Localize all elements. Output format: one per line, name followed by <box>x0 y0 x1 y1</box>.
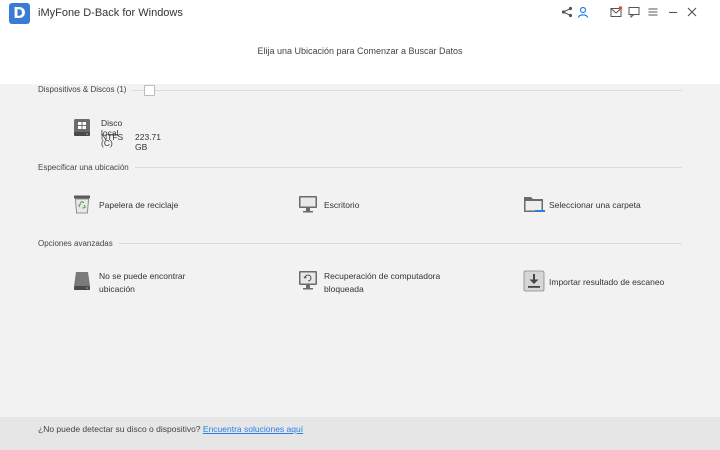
select-folder-label: Seleccionar una carpeta <box>549 200 641 210</box>
app-title: iMyFone D-Back for Windows <box>38 7 183 19</box>
drive-filesystem: NTFS <box>101 132 124 142</box>
hard-drive-icon <box>72 118 92 138</box>
import-scan-label: Importar resultado de escaneo <box>549 277 665 287</box>
import-icon <box>523 270 545 292</box>
title-bar: D iMyFone D-Back for Windows <box>0 0 720 26</box>
crashed-computer-label-line1: Recuperación de computadora <box>324 271 441 281</box>
recycle-bin-label: Papelera de reciclaje <box>99 200 179 210</box>
lost-location-label-line2: ubicación <box>99 284 135 294</box>
lost-drive-icon <box>72 270 92 290</box>
user-icon[interactable] <box>576 6 590 20</box>
recycle-bin-icon <box>72 194 92 214</box>
desktop-icon <box>298 194 318 214</box>
menu-icon[interactable] <box>646 6 660 20</box>
section-divider <box>38 90 682 91</box>
mail-icon[interactable] <box>609 6 623 20</box>
section-divider <box>38 243 682 244</box>
section-title-advanced: Opciones avanzadas <box>38 239 119 248</box>
crashed-computer-icon <box>298 270 318 290</box>
minimize-icon[interactable] <box>666 6 680 20</box>
close-icon[interactable] <box>685 6 699 20</box>
section-title-devices: Dispositivos & Discos (1) <box>38 85 133 94</box>
page-instruction: Elija una Ubicación para Comenzar a Busc… <box>257 46 463 56</box>
drive-size: 223.71 GB <box>135 132 161 152</box>
app-logo: D <box>9 3 30 24</box>
solutions-link[interactable]: Encuentra soluciones aquí <box>203 424 303 434</box>
folder-icon <box>523 194 545 214</box>
section-title-location: Especificar una ubicación <box>38 163 135 172</box>
feedback-icon[interactable] <box>627 6 641 20</box>
footer-help-text: ¿No puede detectar su disco o dispositiv… <box>38 424 203 434</box>
desktop-label: Escritorio <box>324 200 360 210</box>
crashed-computer-label-line2: bloqueada <box>324 284 364 294</box>
select-all-checkbox[interactable] <box>144 85 155 96</box>
footer-help: ¿No puede detectar su disco o dispositiv… <box>38 424 303 434</box>
lost-location-label-line1: No se puede encontrar <box>99 271 186 281</box>
share-icon[interactable] <box>560 6 574 20</box>
